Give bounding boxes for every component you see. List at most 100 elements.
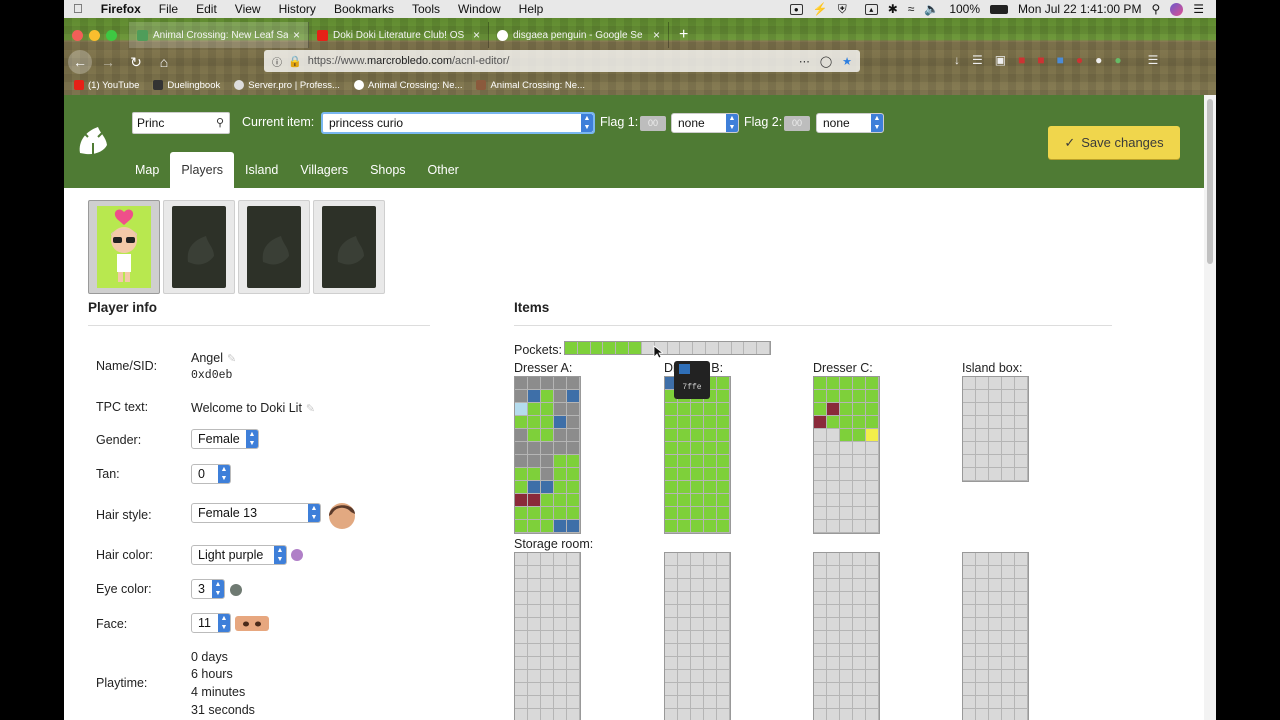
inventory-slot[interactable] xyxy=(554,553,567,566)
browser-tab-google[interactable]: disgaea penguin - Google Se × xyxy=(489,22,669,48)
inventory-slot[interactable] xyxy=(554,468,567,481)
close-tab-icon[interactable]: × xyxy=(653,28,660,42)
inventory-slot[interactable] xyxy=(678,696,691,709)
inventory-slot[interactable] xyxy=(665,618,678,631)
inventory-slot[interactable] xyxy=(866,553,879,566)
inventory-slot[interactable] xyxy=(691,403,704,416)
inventory-slot[interactable] xyxy=(717,455,730,468)
inventory-slot[interactable] xyxy=(691,455,704,468)
inventory-slot[interactable] xyxy=(691,507,704,520)
inventory-slot[interactable] xyxy=(678,605,691,618)
spotlight-search-icon[interactable]: ⚲ xyxy=(1151,2,1160,16)
inventory-slot[interactable] xyxy=(866,494,879,507)
inventory-slot[interactable] xyxy=(665,605,678,618)
inventory-slot[interactable] xyxy=(541,390,554,403)
tab-villagers[interactable]: Villagers xyxy=(289,152,359,188)
inventory-slot[interactable] xyxy=(814,592,827,605)
inventory-slot[interactable] xyxy=(554,709,567,720)
inventory-slot[interactable] xyxy=(963,390,976,403)
downloads-icon[interactable]: ↓ xyxy=(954,53,960,67)
inventory-slot[interactable] xyxy=(976,455,989,468)
inventory-slot[interactable] xyxy=(691,442,704,455)
inventory-slot[interactable] xyxy=(665,442,678,455)
inventory-slot[interactable] xyxy=(1015,377,1028,390)
inventory-slot[interactable] xyxy=(567,644,580,657)
inventory-slot[interactable] xyxy=(963,657,976,670)
bookmark-serverpro[interactable]: Server.pro | Profess... xyxy=(234,80,340,91)
tpc-text-field[interactable]: Welcome to Doki Lit ✎ xyxy=(191,401,315,415)
inventory-slot[interactable] xyxy=(717,605,730,618)
inventory-slot[interactable] xyxy=(678,579,691,592)
inventory-slot[interactable] xyxy=(554,494,567,507)
scrollbar-thumb[interactable] xyxy=(1207,99,1213,264)
inventory-slot[interactable] xyxy=(665,631,678,644)
inventory-slot[interactable] xyxy=(528,520,541,533)
inventory-slot[interactable] xyxy=(541,494,554,507)
inventory-slot[interactable] xyxy=(1015,416,1028,429)
inventory-slot[interactable] xyxy=(827,468,840,481)
inventory-slot[interactable] xyxy=(1015,696,1028,709)
inventory-slot[interactable] xyxy=(515,442,528,455)
inventory-slot[interactable] xyxy=(515,429,528,442)
inventory-slot[interactable] xyxy=(665,709,678,720)
inventory-slot[interactable] xyxy=(963,579,976,592)
inventory-slot[interactable] xyxy=(1002,416,1015,429)
inventory-slot[interactable] xyxy=(665,507,678,520)
inventory-slot[interactable] xyxy=(554,403,567,416)
inventory-slot[interactable] xyxy=(866,377,879,390)
inventory-slot[interactable] xyxy=(691,657,704,670)
inventory-slot[interactable] xyxy=(1015,455,1028,468)
inventory-slot[interactable] xyxy=(541,618,554,631)
item-search-input[interactable]: Princ ⚲ xyxy=(132,112,230,134)
player-card-2[interactable] xyxy=(163,200,235,294)
inventory-slot[interactable] xyxy=(1002,442,1015,455)
inventory-slot[interactable] xyxy=(528,618,541,631)
inventory-slot[interactable] xyxy=(515,553,528,566)
inventory-slot[interactable] xyxy=(704,618,717,631)
inventory-slot[interactable] xyxy=(866,429,879,442)
flag1-select[interactable]: none ▲ ▼ xyxy=(671,113,739,133)
inventory-slot[interactable] xyxy=(827,579,840,592)
inventory-slot[interactable] xyxy=(567,494,580,507)
inventory-slot[interactable] xyxy=(541,442,554,455)
tan-select[interactable]: 0 ▲ ▼ xyxy=(191,464,231,484)
inventory-slot[interactable] xyxy=(963,377,976,390)
inventory-slot[interactable] xyxy=(827,618,840,631)
inventory-slot[interactable] xyxy=(1002,605,1015,618)
inventory-slot[interactable] xyxy=(665,670,678,683)
inventory-slot[interactable] xyxy=(976,416,989,429)
inventory-slot[interactable] xyxy=(678,683,691,696)
inventory-slot[interactable] xyxy=(717,631,730,644)
extension-green-icon[interactable]: ● xyxy=(1114,53,1121,67)
inventory-slot[interactable] xyxy=(866,520,879,533)
inventory-slot[interactable] xyxy=(853,416,866,429)
inventory-slot[interactable] xyxy=(866,442,879,455)
inventory-slot[interactable] xyxy=(989,592,1002,605)
inventory-slot[interactable] xyxy=(665,696,678,709)
inventory-slot[interactable] xyxy=(528,670,541,683)
inventory-slot[interactable] xyxy=(1002,592,1015,605)
pocket-slot[interactable] xyxy=(744,342,758,354)
extension-blue-icon[interactable]: ■ xyxy=(1057,53,1064,67)
inventory-slot[interactable] xyxy=(717,657,730,670)
inventory-slot[interactable] xyxy=(665,494,678,507)
inventory-slot[interactable] xyxy=(704,403,717,416)
inventory-slot[interactable] xyxy=(554,644,567,657)
inventory-slot[interactable] xyxy=(515,592,528,605)
inventory-slot[interactable] xyxy=(528,605,541,618)
inventory-slot[interactable] xyxy=(528,377,541,390)
inventory-slot[interactable] xyxy=(976,579,989,592)
inventory-slot[interactable] xyxy=(665,657,678,670)
notification-center-icon[interactable]: ☰ xyxy=(1193,2,1204,16)
inventory-slot[interactable] xyxy=(717,709,730,720)
pocket-slot[interactable] xyxy=(603,342,617,354)
inventory-slot[interactable] xyxy=(691,416,704,429)
inventory-slot[interactable] xyxy=(541,592,554,605)
inventory-slot[interactable] xyxy=(691,709,704,720)
inventory-slot[interactable] xyxy=(528,455,541,468)
inventory-slot[interactable] xyxy=(840,670,853,683)
inventory-slot[interactable] xyxy=(567,592,580,605)
inventory-slot[interactable] xyxy=(1015,657,1028,670)
inventory-slot[interactable] xyxy=(541,455,554,468)
inventory-slot[interactable] xyxy=(528,429,541,442)
